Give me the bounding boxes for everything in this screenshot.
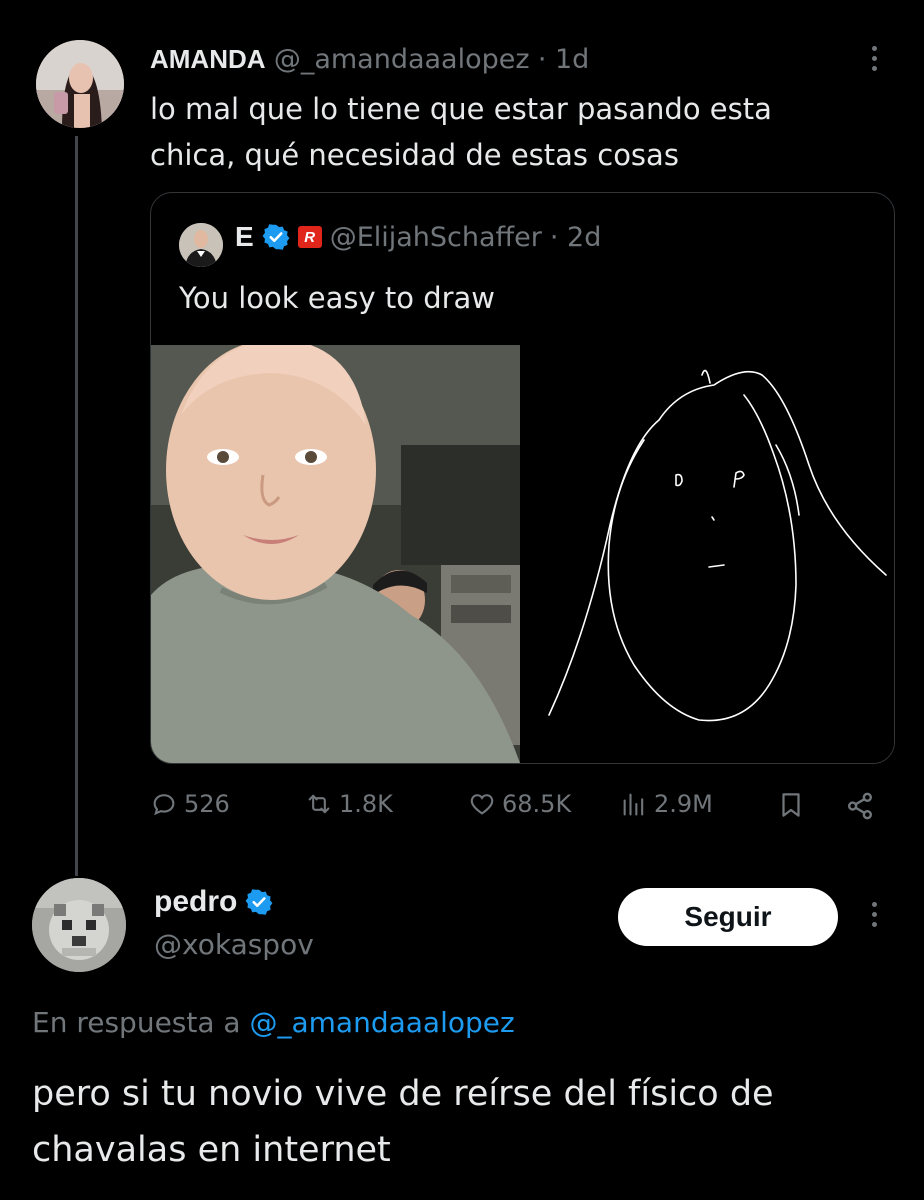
quote-display-name[interactable]: E [235, 221, 254, 253]
repost-count: 1.8K [339, 790, 393, 818]
reply-avatar[interactable] [32, 878, 126, 972]
quote-text: You look easy to draw [179, 281, 496, 315]
reply-handle[interactable]: @xokaspov [154, 928, 314, 961]
share-icon[interactable] [844, 790, 876, 822]
quote-drawing[interactable] [524, 345, 894, 763]
like-count: 68.5K [502, 790, 572, 818]
repost-action[interactable]: 1.8K [305, 790, 393, 818]
display-name[interactable]: AMANDA [150, 44, 266, 74]
views-icon [623, 793, 644, 816]
reply-icon [153, 794, 175, 816]
reply-text-line: pero si tu novio vive de reírse del físi… [32, 1074, 774, 1114]
quote-header: E R @ElijahSchaffer · 2d [235, 221, 601, 253]
reply-text-line: chavalas en internet [32, 1130, 391, 1170]
more-options-icon[interactable] [872, 902, 877, 927]
tweet-text-line: chica, qué necesidad de estas cosas [150, 138, 679, 172]
views-count: 2.9M [654, 790, 713, 818]
affiliate-badge-text: R [304, 228, 316, 246]
tweet-text: lo mal que lo tiene que estar pasando es… [150, 86, 772, 178]
replying-to-label: En respuesta a [32, 1006, 241, 1039]
repost-icon [308, 794, 330, 814]
tweet-header: AMANDA @_amandaaalopez · 1d [150, 44, 589, 75]
tweet-text-line: lo mal que lo tiene que estar pasando es… [150, 92, 772, 126]
reply-name-row: pedro [154, 885, 273, 919]
verified-badge-icon [245, 888, 273, 916]
bookmark-icon[interactable] [776, 790, 806, 820]
quote-handle[interactable]: @ElijahSchaffer [330, 222, 542, 253]
like-action[interactable]: 68.5K [468, 790, 571, 818]
quote-timestamp[interactable]: · 2d [550, 222, 601, 253]
reply-count: 526 [184, 790, 230, 818]
quote-avatar[interactable] [179, 223, 223, 267]
quoted-tweet[interactable]: E R @ElijahSchaffer · 2d You look easy t… [150, 192, 895, 764]
replying-to: En respuesta a @_amandaaalopez [32, 1006, 515, 1039]
quote-photo[interactable] [151, 345, 520, 763]
timestamp[interactable]: · 1d [538, 44, 589, 75]
reply-action[interactable]: 526 [150, 790, 230, 818]
replying-to-link[interactable]: @_amandaaalopez [249, 1006, 514, 1039]
avatar[interactable] [36, 40, 124, 128]
follow-button[interactable]: Seguir [618, 888, 838, 946]
reply-display-name[interactable]: pedro [154, 885, 237, 919]
affiliate-badge: R [297, 226, 322, 248]
thread-line [75, 136, 78, 876]
verified-badge-icon [262, 223, 290, 251]
more-options-icon[interactable] [872, 46, 877, 71]
heart-icon [470, 794, 494, 815]
handle[interactable]: @_amandaaalopez [274, 44, 530, 75]
reply-text: pero si tu novio vive de reírse del físi… [32, 1066, 774, 1178]
views-action[interactable]: 2.9M [620, 790, 713, 818]
